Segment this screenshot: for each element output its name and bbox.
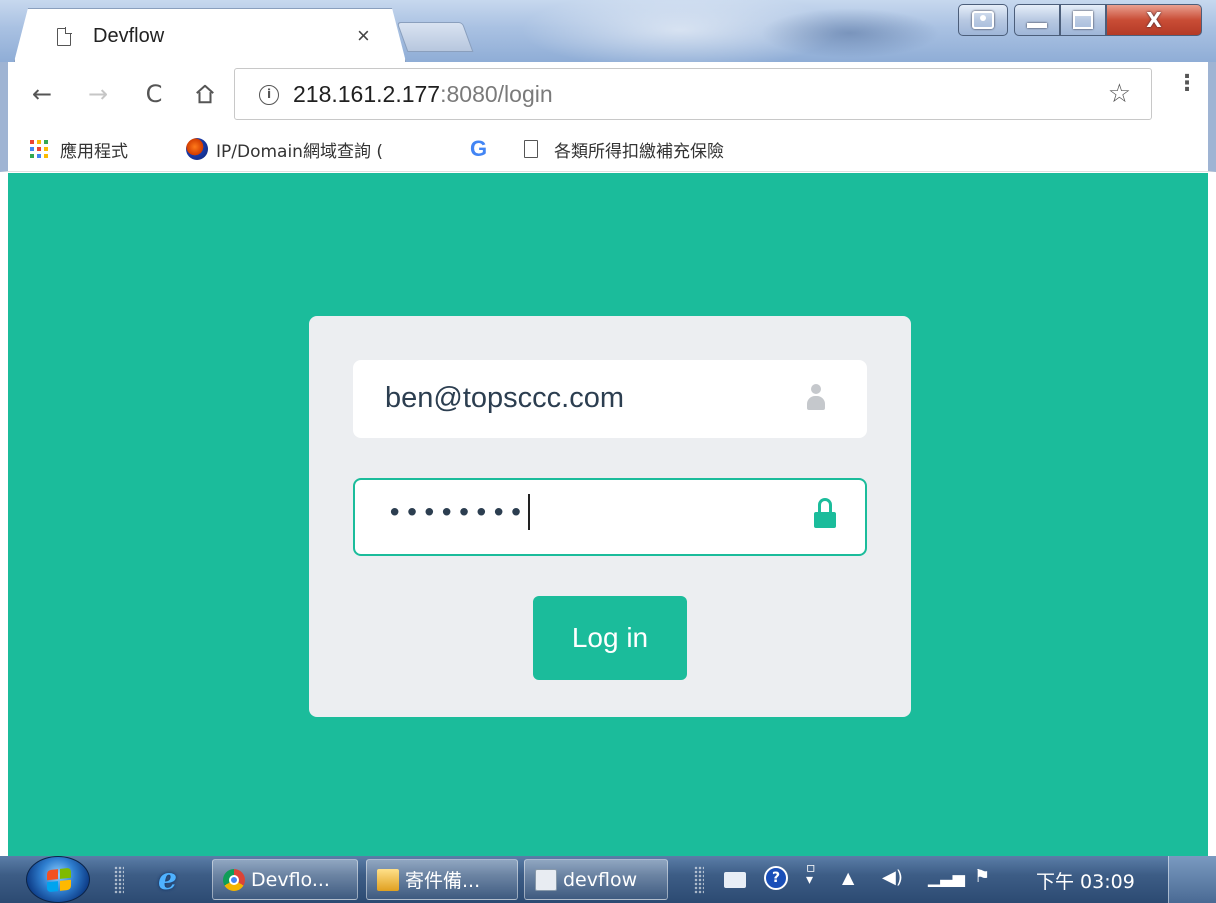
apps-grid-dot — [44, 140, 48, 144]
tab-title: Devflow — [93, 25, 165, 47]
url-text[interactable]: 218.161.2.177:8080/login — [293, 81, 553, 108]
user-icon-head — [811, 384, 821, 394]
bookmarks-bar: 應用程式 IP/Domain網域查詢 ( G 各類所得扣繳補充保險 — [0, 128, 1216, 172]
login-button[interactable]: Log in — [533, 596, 687, 680]
url-host: 218.161.2.177 — [293, 81, 441, 107]
google-icon: G — [470, 136, 488, 161]
close-icon: X — [1146, 8, 1162, 32]
email-field[interactable]: ben@topsccc.com — [353, 360, 867, 438]
taskbar-item-devflow-mail[interactable]: devflow — [524, 859, 668, 900]
taskbar-grip[interactable] — [114, 866, 124, 894]
network-signal-icon[interactable]: ▁▃▅ — [928, 868, 965, 887]
chrome-icon — [223, 868, 245, 891]
taskbar-item-label: 寄件備... — [405, 870, 481, 892]
bookmark-label: 應用程式 — [60, 141, 128, 162]
ip-domain-icon — [186, 138, 208, 160]
volume-icon[interactable]: ◀) — [882, 867, 903, 888]
browser-menu-button[interactable]: ⋮ — [1176, 73, 1198, 95]
taskbar-item-label: Devflo... — [251, 868, 330, 891]
windows-logo-green — [60, 867, 71, 879]
home-icon — [196, 84, 214, 104]
windows-logo-icon — [47, 867, 71, 893]
reload-button[interactable]: C — [140, 78, 168, 110]
apps-grid-dot — [37, 140, 41, 144]
new-tab-button[interactable] — [396, 22, 474, 52]
login-page: ben@topsccc.com •••••••• Log in — [8, 173, 1208, 856]
address-bar[interactable]: i 218.161.2.177:8080/login ☆ — [234, 68, 1152, 120]
profile-icon — [972, 11, 994, 29]
email-value: ben@topsccc.com — [385, 382, 624, 414]
user-icon-body — [807, 396, 825, 410]
page-icon — [57, 28, 71, 46]
windows-logo-blue — [47, 881, 58, 893]
mail-icon — [535, 868, 557, 891]
browser-toolbar: ← → C i 218.161.2.177:8080/login ☆ ⋮ — [0, 62, 1216, 128]
bookmark-label: 各類所得扣繳補充保險 — [554, 141, 724, 162]
help-icon[interactable]: ? — [764, 866, 788, 890]
title-bar-shade — [760, 8, 940, 58]
language-bar-icon[interactable]: ▫ ▾ — [806, 861, 816, 887]
forward-button[interactable]: → — [84, 78, 112, 110]
user-icon — [807, 384, 825, 412]
profile-button[interactable] — [958, 4, 1008, 36]
apps-grid-dot — [37, 147, 41, 151]
apps-grid-dot — [37, 154, 41, 158]
url-path: :8080/login — [440, 81, 553, 107]
apps-grid-dot — [30, 147, 34, 151]
close-window-button[interactable]: X — [1106, 4, 1202, 36]
bookmark-star-icon[interactable]: ☆ — [1108, 79, 1131, 109]
windows-logo-red — [47, 869, 58, 881]
apps-grid-dot — [30, 154, 34, 158]
browser-tab-devflow[interactable]: Devflow × — [14, 8, 406, 62]
windows-logo-yellow — [60, 879, 71, 891]
minimize-button[interactable] — [1014, 4, 1060, 36]
taskbar-item-outbox[interactable]: 寄件備... — [366, 859, 518, 900]
apps-grid-icon — [30, 140, 48, 158]
text-caret — [527, 494, 530, 530]
tray-grip[interactable] — [694, 866, 704, 894]
bookmark-insurance-doc[interactable]: 各類所得扣繳補充保險 — [524, 136, 800, 162]
taskbar-item-label: devflow — [563, 868, 638, 891]
show-hidden-icons-icon[interactable]: ▲ — [842, 868, 854, 887]
start-button[interactable] — [26, 856, 90, 903]
maximize-icon — [1073, 11, 1093, 29]
action-center-flag-icon[interactable]: ⚑ — [974, 866, 990, 887]
apps-grid-dot — [44, 154, 48, 158]
bookmark-ip-domain[interactable]: IP/Domain網域查詢 ( — [186, 136, 448, 162]
taskbar: e Devflo... 寄件備... devflow ? ▫ ▾ ▲ ◀) ▁▃▅… — [0, 856, 1216, 903]
password-mask: •••••••• — [387, 498, 526, 529]
home-button[interactable] — [190, 78, 220, 110]
password-field[interactable]: •••••••• — [353, 478, 867, 556]
apps-grid-dot — [30, 140, 34, 144]
internet-explorer-icon[interactable]: e — [158, 862, 188, 897]
maximize-button[interactable] — [1060, 4, 1106, 36]
minimize-icon — [1027, 22, 1047, 28]
site-info-icon[interactable]: i — [259, 85, 279, 105]
password-value: •••••••• — [387, 494, 530, 530]
bookmark-label: IP/Domain網域查詢 ( — [216, 141, 383, 162]
tab-close-button[interactable]: × — [357, 23, 370, 49]
taskbar-item-devflow-chrome[interactable]: Devflo... — [212, 859, 358, 900]
lock-icon — [813, 498, 837, 532]
system-clock[interactable]: 下午 03:09 — [1036, 867, 1135, 894]
bookmark-apps[interactable]: 應用程式 — [30, 136, 170, 162]
bookmark-google[interactable]: G — [470, 136, 500, 162]
keyboard-icon[interactable] — [724, 872, 746, 888]
document-icon — [524, 140, 538, 158]
outbox-icon — [377, 868, 399, 891]
lock-icon-body — [814, 512, 836, 528]
login-card: ben@topsccc.com •••••••• Log in — [309, 316, 911, 717]
show-desktop-button[interactable] — [1168, 856, 1216, 903]
back-button[interactable]: ← — [28, 78, 56, 110]
apps-grid-dot — [44, 147, 48, 151]
browser-title-bar: Devflow × X — [0, 0, 1216, 62]
